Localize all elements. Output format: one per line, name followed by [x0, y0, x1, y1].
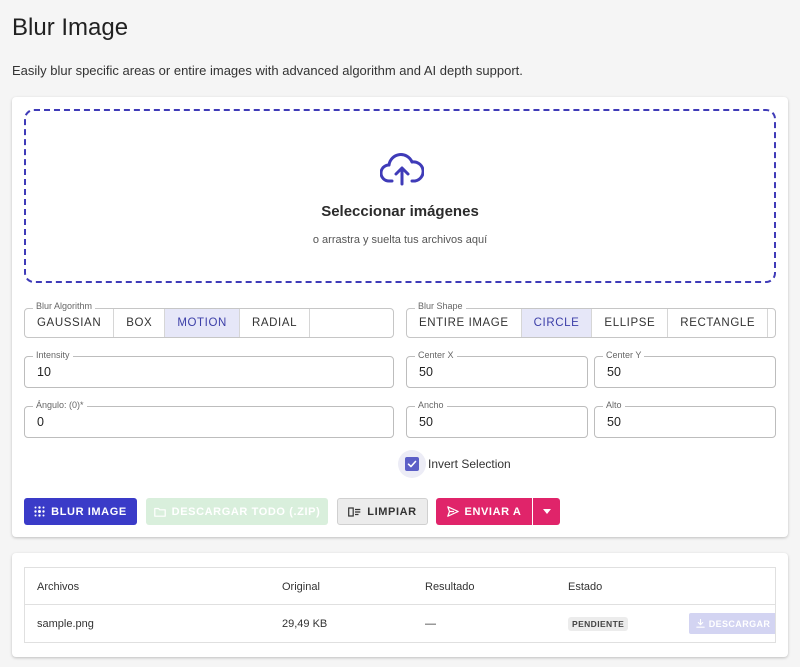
send-to-button[interactable]: ENVIAR A — [436, 498, 532, 525]
status-badge: PENDIENTE — [568, 616, 629, 631]
files-table-card: Archivos Original Resultado Estado sampl… — [12, 553, 788, 657]
folder-icon — [153, 507, 166, 517]
toggle-circle[interactable]: CIRCLE — [521, 309, 593, 337]
dropzone-subtitle: o arrastra y suelta tus archivos aquí — [312, 234, 488, 246]
cloud-upload-icon — [380, 153, 424, 186]
file-name: sample.png — [37, 617, 94, 630]
clear-label: LIMPIAR — [367, 505, 417, 518]
blur-settings-card: Seleccionar imágenes o arrastra y suelta… — [12, 97, 788, 537]
original-size: 29,49 KB — [282, 617, 328, 630]
download-all-label: DESCARGAR TODO (.ZIP) — [171, 505, 321, 518]
files-table: Archivos Original Resultado Estado sampl… — [24, 567, 776, 643]
center-x-label: Center X — [415, 350, 457, 360]
height-label: Alto — [603, 400, 625, 410]
clear-list-icon — [348, 506, 361, 517]
width-value: 50 — [419, 415, 433, 429]
blur-shape-label: Blur Shape — [415, 301, 466, 311]
send-to-label: ENVIAR A — [464, 505, 522, 518]
toggle-box[interactable]: BOX — [114, 309, 166, 337]
height-value: 50 — [607, 415, 621, 429]
center-x-value: 50 — [419, 365, 433, 379]
angle-label: Ángulo: (0)* — [33, 400, 87, 410]
toggle-entire-image[interactable]: ENTIRE IMAGE — [407, 309, 522, 337]
intensity-field[interactable]: Intensity 10 — [24, 350, 394, 388]
header-result: Resultado — [425, 580, 475, 593]
center-y-field[interactable]: Center Y 50 — [594, 350, 776, 388]
download-icon — [695, 619, 705, 628]
result-size: — — [425, 617, 436, 630]
width-field[interactable]: Ancho 50 — [406, 400, 588, 438]
file-dropzone[interactable]: Seleccionar imágenes o arrastra y suelta… — [24, 109, 776, 283]
send-icon — [446, 506, 459, 517]
intensity-value: 10 — [37, 365, 51, 379]
download-all-button[interactable]: DESCARGAR TODO (.ZIP) — [146, 498, 328, 525]
header-original: Original — [282, 580, 320, 593]
dropzone-title: Seleccionar imágenes — [321, 203, 479, 220]
caret-down-icon — [542, 509, 551, 514]
toggle-rectangle[interactable]: RECTANGLE — [668, 309, 769, 337]
height-field[interactable]: Alto 50 — [594, 400, 776, 438]
invert-selection-label: Invert Selection — [428, 457, 511, 471]
blur-image-button[interactable]: BLUR IMAGE — [24, 498, 137, 525]
page-title: Blur Image — [12, 14, 129, 41]
angle-field[interactable]: Ángulo: (0)* 0 — [24, 400, 394, 438]
download-row-button[interactable]: DESCARGAR — [689, 613, 775, 634]
header-status: Estado — [568, 580, 603, 593]
toggle-motion[interactable]: MOTION — [165, 309, 240, 337]
width-label: Ancho — [415, 400, 447, 410]
toggle-ellipse[interactable]: ELLIPSE — [592, 309, 669, 337]
send-to-dropdown-button[interactable] — [533, 498, 560, 525]
clear-button[interactable]: LIMPIAR — [337, 498, 428, 525]
blur-algorithm-label: Blur Algorithm — [33, 301, 96, 311]
blur-grid-icon — [34, 506, 45, 517]
checkmark-icon — [407, 460, 417, 468]
invert-selection-row[interactable]: Invert Selection — [398, 450, 511, 478]
blur-image-label: BLUR IMAGE — [51, 505, 127, 518]
blur-algorithm-group: Blur Algorithm GAUSSIAN BOX MOTION RADIA… — [24, 301, 394, 338]
toggle-radial[interactable]: RADIAL — [240, 309, 311, 337]
table-row: sample.png 29,49 KB — PENDIENTE DESCARGA… — [25, 605, 775, 642]
download-row-label: DESCARGAR — [708, 618, 771, 629]
intensity-label: Intensity — [33, 350, 73, 360]
invert-selection-checkbox[interactable] — [398, 450, 426, 478]
center-x-field[interactable]: Center X 50 — [406, 350, 588, 388]
angle-value: 0 — [37, 415, 44, 429]
toggle-gaussian[interactable]: GAUSSIAN — [25, 309, 115, 337]
table-header-row: Archivos Original Resultado Estado — [25, 568, 775, 605]
page-description: Easily blur specific areas or entire ima… — [12, 63, 523, 78]
center-y-label: Center Y — [603, 350, 645, 360]
center-y-value: 50 — [607, 365, 621, 379]
blur-shape-group: Blur Shape ENTIRE IMAGE CIRCLE ELLIPSE R… — [406, 301, 776, 338]
header-files: Archivos — [37, 580, 80, 593]
